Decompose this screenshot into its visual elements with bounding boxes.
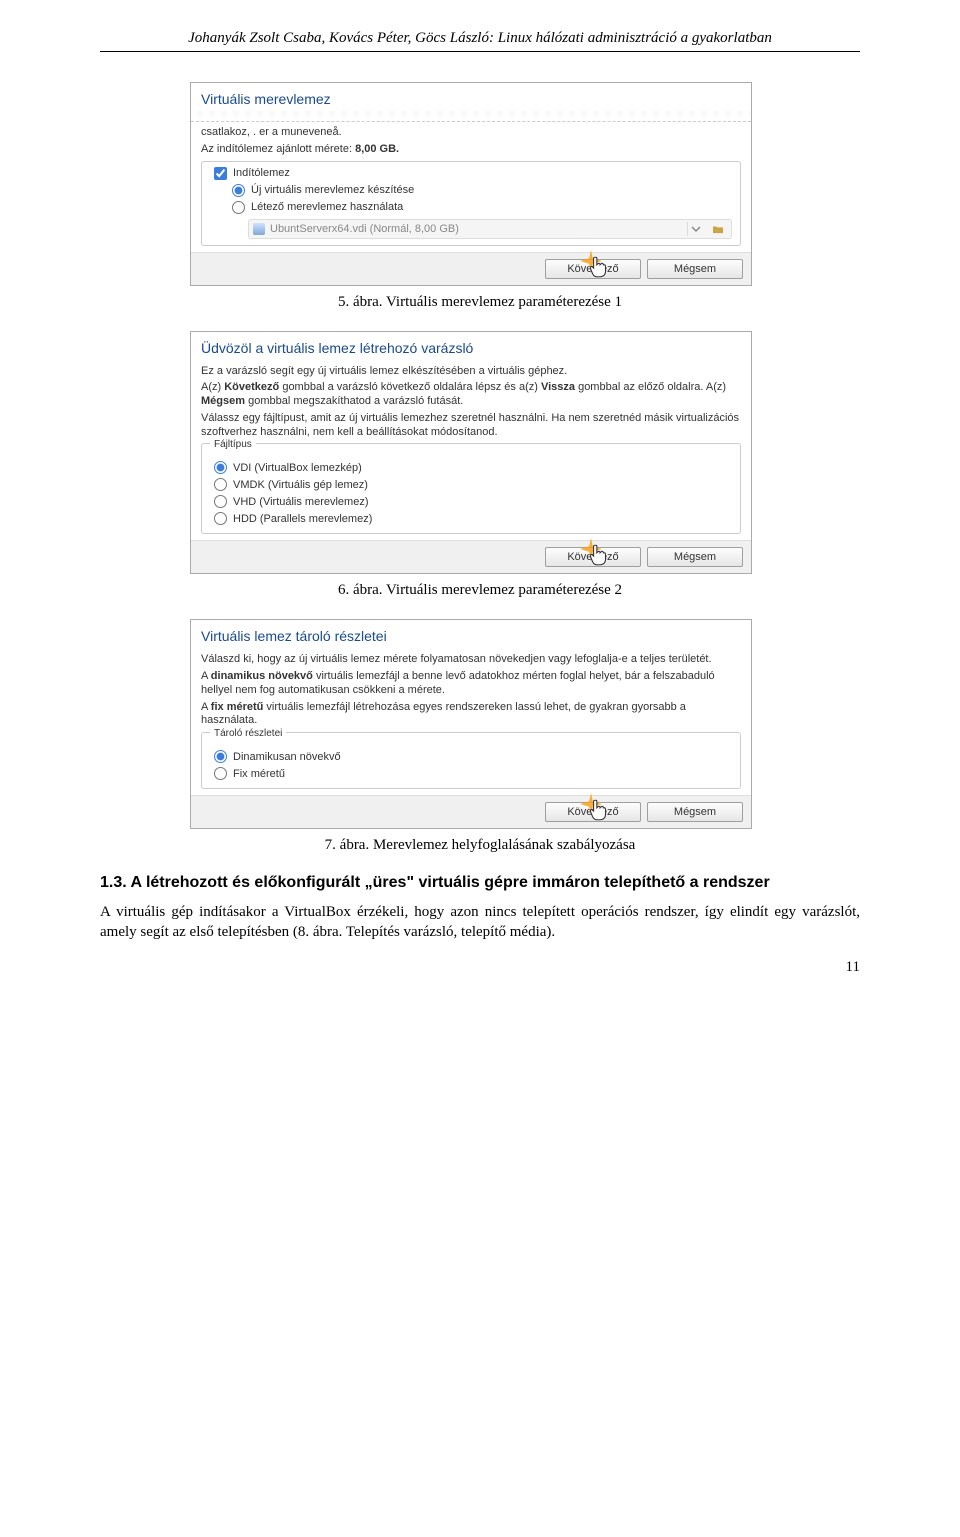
header-rule: [100, 51, 860, 52]
dialog3-legend: Tároló részletei: [210, 728, 286, 739]
next-button[interactable]: Következő: [545, 259, 641, 279]
spark-icon: [580, 538, 602, 560]
next-button[interactable]: Következő: [545, 802, 641, 822]
boot-disk-checkbox[interactable]: [214, 167, 227, 180]
dialog1-buttonbar: Következő Mégsem: [191, 252, 751, 285]
section-paragraph: A virtuális gép indításakor a VirtualBox…: [100, 902, 860, 943]
spark-icon: [580, 793, 602, 815]
opt-vmdk-row[interactable]: VMDK (Virtuális gép lemez): [210, 476, 732, 493]
disk-select-label: UbuntServerx64.vdi (Normál, 8,00 GB): [270, 223, 459, 235]
cancel-button-label: Mégsem: [674, 806, 716, 818]
boot-disk-label: Indítólemez: [233, 167, 290, 179]
running-header: Johanyák Zsolt Csaba, Kovács Péter, Göcs…: [100, 30, 860, 47]
opt-vmdk-label: VMDK (Virtuális gép lemez): [233, 479, 368, 491]
dialog1-title: Virtuális merevlemez: [191, 83, 751, 113]
chevron-down-icon[interactable]: [687, 222, 704, 236]
opt-vmdk-radio[interactable]: [214, 478, 227, 491]
disk-select-dropdown[interactable]: UbuntServerx64.vdi (Normál, 8,00 GB): [248, 219, 732, 239]
cancel-button-label: Mégsem: [674, 551, 716, 563]
dialog1-rec-prefix: Az indítólemez ajánlott mérete:: [201, 143, 355, 155]
opt-fixed-radio[interactable]: [214, 767, 227, 780]
opt-vhd-label: VHD (Virtuális merevlemez): [233, 496, 369, 508]
dialog3-buttonbar: Következő Mégsem: [191, 795, 751, 828]
dialog2-legend: Fájltípus: [210, 439, 256, 450]
cancel-button[interactable]: Mégsem: [647, 547, 743, 567]
dialog2-buttonbar: Következő Mégsem: [191, 540, 751, 573]
cancel-button[interactable]: Mégsem: [647, 259, 743, 279]
folder-browse-icon[interactable]: [709, 222, 727, 236]
opt-existing-row[interactable]: Létező merevlemez használata: [210, 199, 732, 216]
opt-vhd-radio[interactable]: [214, 495, 227, 508]
opt-create-new-label: Új virtuális merevlemez készítése: [251, 184, 414, 196]
opt-dynamic-label: Dinamikusan növekvő: [233, 751, 341, 763]
dialog3-title: Virtuális lemez tároló részletei: [191, 620, 751, 650]
opt-existing-label: Létező merevlemez használata: [251, 201, 403, 213]
spark-icon: [580, 250, 602, 272]
dialog1-rec-value: 8,00 GB.: [355, 143, 399, 155]
caption-1: 5. ábra. Virtuális merevlemez paramétere…: [100, 294, 860, 311]
opt-vdi-radio[interactable]: [214, 461, 227, 474]
caption-3: 7. ábra. Merevlemez helyfoglalásának sza…: [100, 837, 860, 854]
boot-disk-checkbox-row[interactable]: Indítólemez: [210, 165, 732, 182]
dialog3-p1: Válaszd ki, hogy az új virtuális lemez m…: [201, 653, 741, 667]
torn-edge: [191, 111, 751, 122]
opt-hdd-radio[interactable]: [214, 512, 227, 525]
dialog2-title: Üdvözöl a virtuális lemez létrehozó vará…: [191, 332, 751, 362]
opt-dynamic-row[interactable]: Dinamikusan növekvő: [210, 748, 732, 765]
cancel-button-label: Mégsem: [674, 263, 716, 275]
opt-dynamic-radio[interactable]: [214, 750, 227, 763]
dialog2-p3: Válassz egy fájltípust, amit az új virtu…: [201, 412, 741, 440]
dialog3-p3: A fix méretű virtuális lemezfájl létreho…: [201, 701, 741, 729]
section-title-text: A létrehozott és előkonfigurált „üres" v…: [131, 874, 770, 891]
screenshot-dialog-2: Üdvözöl a virtuális lemez létrehozó vará…: [190, 331, 752, 575]
next-button[interactable]: Következő: [545, 547, 641, 567]
dialog2-fieldset: Fájltípus VDI (VirtualBox lemezkép) VMDK…: [201, 443, 741, 534]
cancel-button[interactable]: Mégsem: [647, 802, 743, 822]
opt-vdi-label: VDI (VirtualBox lemezkép): [233, 462, 362, 474]
opt-fixed-row[interactable]: Fix méretű: [210, 765, 732, 782]
dialog1-cutoff-text: csatlakoz, . er a muneveneå.: [201, 126, 741, 140]
dialog1-recommended: Az indítólemez ajánlott mérete: 8,00 GB.: [201, 143, 741, 157]
dialog3-fieldset: Tároló részletei Dinamikusan növekvő Fix…: [201, 732, 741, 789]
opt-vdi-row[interactable]: VDI (VirtualBox lemezkép): [210, 459, 732, 476]
dialog2-p1: Ez a varázsló segít egy új virtuális lem…: [201, 365, 741, 379]
caption-2: 6. ábra. Virtuális merevlemez paramétere…: [100, 582, 860, 599]
screenshot-dialog-3: Virtuális lemez tároló részletei Válaszd…: [190, 619, 752, 829]
opt-fixed-label: Fix méretű: [233, 768, 285, 780]
section-heading: 1.3. A létrehozott és előkonfigurált „ür…: [100, 874, 860, 892]
opt-create-new-row[interactable]: Új virtuális merevlemez készítése: [210, 182, 732, 199]
section-number: 1.3.: [100, 874, 127, 891]
page-number: 11: [100, 949, 860, 976]
opt-create-new-radio[interactable]: [232, 184, 245, 197]
dialog3-p2: A dinamikus növekvő virtuális lemezfájl …: [201, 670, 741, 698]
opt-vhd-row[interactable]: VHD (Virtuális merevlemez): [210, 493, 732, 510]
screenshot-dialog-1: Virtuális merevlemez csatlakoz, . er a m…: [190, 82, 752, 286]
dialog2-p2: A(z) Következő gombbal a varázsló követk…: [201, 381, 741, 409]
opt-existing-radio[interactable]: [232, 201, 245, 214]
opt-hdd-row[interactable]: HDD (Parallels merevlemez): [210, 510, 732, 527]
dialog1-fieldset: Indítólemez Új virtuális merevlemez kész…: [201, 161, 741, 246]
disk-icon: [253, 223, 265, 235]
opt-hdd-label: HDD (Parallels merevlemez): [233, 513, 372, 525]
